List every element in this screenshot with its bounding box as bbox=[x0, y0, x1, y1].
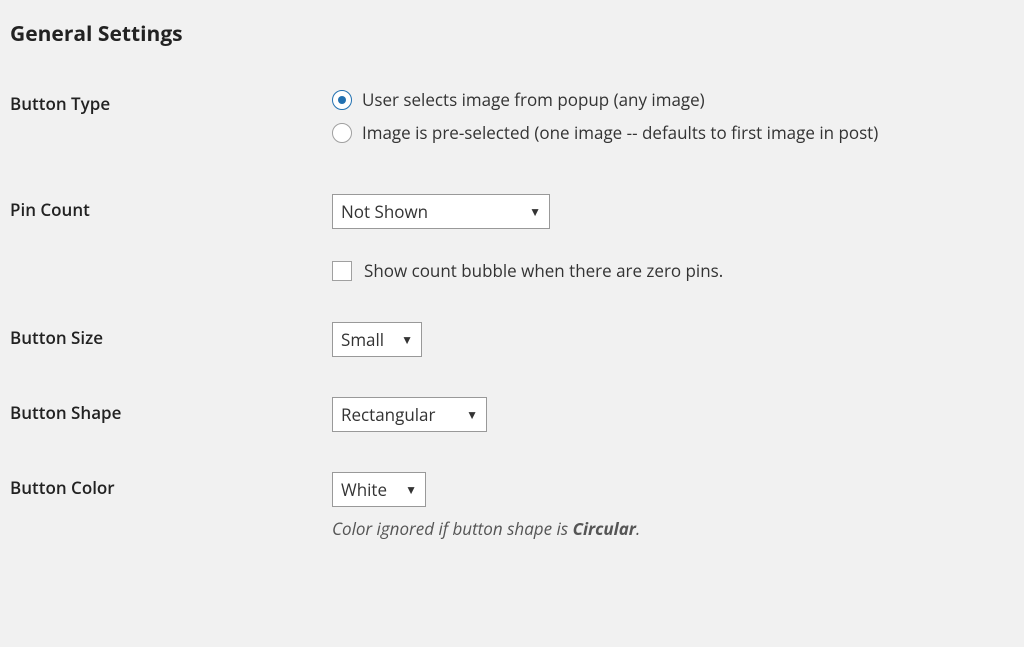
pin-count-select[interactable]: Not Shown ▼ bbox=[332, 194, 550, 229]
chevron-down-icon: ▼ bbox=[405, 481, 417, 498]
chevron-down-icon: ▼ bbox=[529, 203, 541, 220]
section-heading: General Settings bbox=[10, 20, 1014, 48]
button-type-label: Button Type bbox=[10, 88, 332, 115]
button-color-select-value: White bbox=[341, 478, 387, 501]
pin-count-select-value: Not Shown bbox=[341, 200, 428, 223]
button-size-select[interactable]: Small ▼ bbox=[332, 322, 422, 357]
pin-count-label: Pin Count bbox=[10, 194, 332, 221]
zero-pins-checkbox-label: Show count bubble when there are zero pi… bbox=[364, 259, 723, 282]
button-type-radio-popup[interactable] bbox=[332, 90, 352, 110]
button-type-option-preselected-label: Image is pre-selected (one image -- defa… bbox=[362, 121, 878, 144]
zero-pins-checkbox[interactable] bbox=[332, 261, 352, 281]
button-color-select[interactable]: White ▼ bbox=[332, 472, 426, 507]
button-size-label: Button Size bbox=[10, 322, 332, 349]
button-shape-select-value: Rectangular bbox=[341, 403, 435, 426]
button-size-select-value: Small bbox=[341, 328, 384, 351]
button-shape-select[interactable]: Rectangular ▼ bbox=[332, 397, 487, 432]
chevron-down-icon: ▼ bbox=[466, 406, 478, 423]
button-color-description: Color ignored if button shape is Circula… bbox=[332, 517, 1014, 540]
button-color-label: Button Color bbox=[10, 472, 332, 499]
button-type-radio-preselected[interactable] bbox=[332, 123, 352, 143]
chevron-down-icon: ▼ bbox=[401, 331, 413, 348]
button-shape-label: Button Shape bbox=[10, 397, 332, 424]
button-type-option-popup-label: User selects image from popup (any image… bbox=[362, 88, 705, 111]
